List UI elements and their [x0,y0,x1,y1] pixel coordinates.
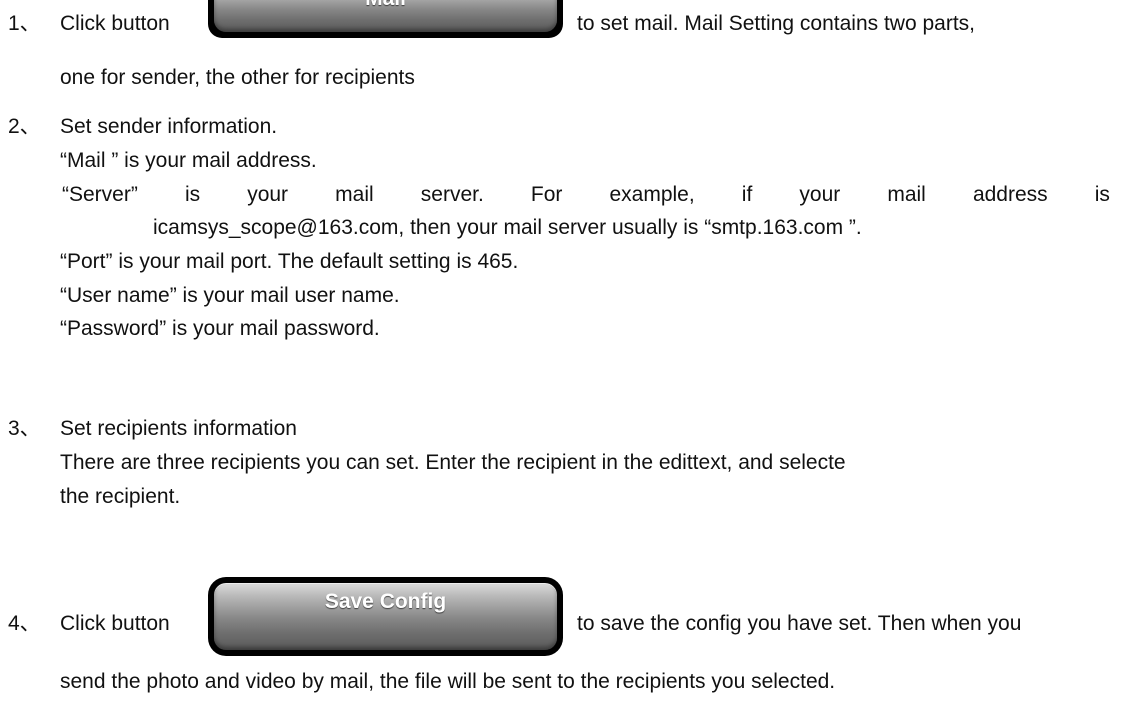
server-word: your [247,183,289,206]
server-word: example, [609,183,695,206]
mail-button[interactable]: Mail [212,0,559,34]
step-number-4: 4、 [8,612,41,635]
step-4-text-c: send the photo and video by mail, the fi… [60,670,836,693]
step-4-text-b: to save the config you have set. Then wh… [577,612,1022,635]
server-word: is [184,183,201,206]
step-number-3: 3、 [8,417,41,440]
step-2-heading: Set sender information. [60,115,278,138]
step-1-text-b: to set mail. Mail Setting contains two p… [577,12,976,35]
step-2-server-example: icamsys_scope@163.com, then your mail se… [153,216,862,239]
server-word: mail [887,183,926,206]
server-word: mail [335,183,374,206]
server-word: is [1094,183,1110,206]
step-3-text-a: There are three recipients you can set. … [60,451,846,474]
step-1-text-a: Click button [60,12,170,35]
step-2-password-line: “Password” is your mail password. [60,317,380,340]
step-1-text-c: one for sender, the other for recipients [60,66,415,89]
step-number-1: 1、 [8,12,41,35]
step-3-text-b: the recipient. [60,485,181,508]
server-word: if [741,183,753,206]
step-2-port-line: “Port” is your mail port. The default se… [60,250,519,273]
step-2-mail-line: “Mail ” is your mail address. [60,149,317,172]
step-2-server-line: “Server” is your mail server. For exampl… [62,183,1110,207]
server-word: address [972,183,1048,206]
server-word: your [799,183,841,206]
server-word: For [530,183,563,206]
save-config-button[interactable]: Save Config [212,581,559,652]
step-2-username-line: “User name” is your mail user name. [60,284,400,307]
step-4-text-a: Click button [60,612,170,635]
step-number-2: 2、 [8,115,41,138]
server-word: “Server” [62,183,138,206]
server-word: server. [420,183,484,206]
step-3-heading: Set recipients information [60,417,297,440]
